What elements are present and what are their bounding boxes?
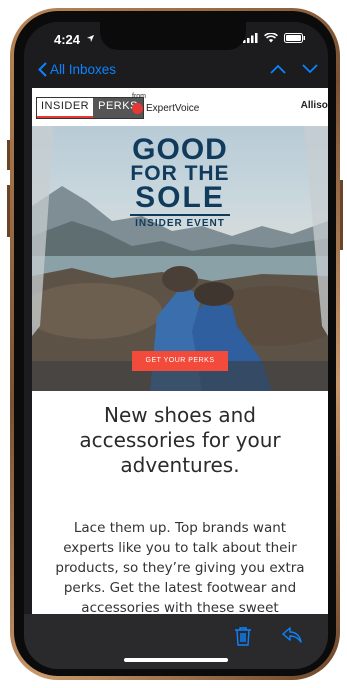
headline-line-1: GOOD	[132, 133, 228, 166]
email-body-text: Lace them up. Top brands want experts li…	[55, 520, 305, 614]
from-label: from	[132, 93, 146, 100]
headline-line-3: SOLE	[135, 181, 225, 214]
side-button	[340, 180, 343, 250]
screen: 4:24 All Inboxes INSIDER PERKS from Expe…	[24, 22, 328, 669]
side-button	[7, 140, 10, 170]
chevron-left-icon	[38, 62, 47, 77]
hero-headline: GOOD FOR THE SOLE INSIDER EVENT	[32, 133, 328, 229]
notch	[100, 22, 246, 50]
headline-event: INSIDER EVENT	[135, 218, 225, 229]
email-content: New shoes and accessories for your adven…	[32, 391, 328, 614]
user-name: Allison	[300, 100, 328, 111]
insider-perks-logo: INSIDER PERKS	[36, 97, 144, 119]
location-arrow-icon	[86, 34, 95, 43]
logo-text-left: INSIDER	[37, 98, 94, 118]
mail-nav-bar: All Inboxes	[24, 52, 328, 88]
headline-divider	[130, 214, 230, 216]
hero-banner: GOOD FOR THE SOLE INSIDER EVENT GET YOUR…	[32, 126, 328, 391]
email-subheading: New shoes and accessories for your adven…	[79, 403, 281, 477]
chevron-down-icon[interactable]	[302, 64, 318, 74]
back-label: All Inboxes	[50, 62, 117, 77]
status-time: 4:24	[54, 32, 81, 47]
battery-icon	[284, 33, 305, 43]
status-indicators	[243, 33, 306, 43]
home-indicator[interactable]	[124, 658, 228, 662]
wifi-icon	[264, 33, 278, 43]
expertvoice-logo: ExpertVoice	[132, 103, 199, 114]
email-body[interactable]: INSIDER PERKS from ExpertVoice Allison	[32, 88, 328, 614]
chevron-up-icon[interactable]	[270, 64, 286, 74]
expertvoice-mark-icon	[132, 103, 143, 114]
message-navigation	[270, 64, 318, 74]
trash-icon[interactable]	[234, 626, 252, 646]
side-button	[7, 185, 10, 237]
brand-header: INSIDER PERKS from ExpertVoice Allison	[32, 88, 328, 126]
back-button[interactable]: All Inboxes	[38, 62, 116, 77]
partner-name: ExpertVoice	[146, 103, 200, 114]
get-perks-button[interactable]: GET YOUR PERKS	[132, 351, 228, 371]
reply-icon[interactable]	[282, 626, 302, 644]
